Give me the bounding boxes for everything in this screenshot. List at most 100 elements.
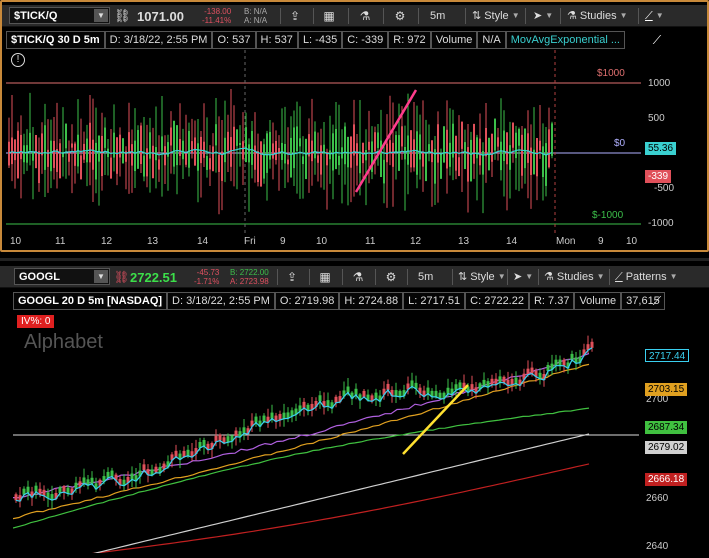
candle-body xyxy=(218,154,220,172)
candle-body xyxy=(554,359,558,366)
link-icon[interactable]: ⛓ xyxy=(114,8,131,24)
tick-level-top: $1000 xyxy=(597,68,625,79)
candle-body xyxy=(356,143,358,166)
share-icon[interactable]: ⇪ xyxy=(283,269,301,285)
cursor-icon: ➤ xyxy=(513,271,523,283)
candle-body xyxy=(449,142,451,167)
googl-y-label: 2640 xyxy=(646,541,669,552)
calendar-icon[interactable]: ▦ xyxy=(320,8,338,24)
candle-body xyxy=(326,400,330,407)
candle-body xyxy=(422,152,424,167)
candle-body xyxy=(425,152,427,182)
candle-body xyxy=(479,138,481,166)
candle-body xyxy=(446,387,450,394)
candle-body xyxy=(179,139,181,156)
tick-symbol-selector[interactable]: $TICK/Q ▼ xyxy=(9,7,110,24)
tick-chart-plot[interactable] xyxy=(6,50,641,234)
candle-body xyxy=(491,133,493,162)
flask-icon[interactable]: ⚗ xyxy=(356,8,374,24)
calendar-icon[interactable]: ▦ xyxy=(316,269,334,285)
candle-body xyxy=(299,138,301,147)
chevron-down-icon[interactable]: ▼ xyxy=(94,270,108,283)
ma-cyan-line xyxy=(15,347,593,502)
divider xyxy=(465,8,466,24)
googl-studies-button[interactable]: ⚗ Studies ▼ xyxy=(544,269,605,285)
candle-body xyxy=(395,135,397,153)
candle-body xyxy=(82,477,86,484)
drawings-button[interactable]: ⟋ ▼ xyxy=(645,8,664,24)
candle-body xyxy=(236,129,238,146)
candle-body xyxy=(119,134,121,158)
candle-body xyxy=(503,130,505,162)
chevron-down-icon: ▼ xyxy=(525,272,534,281)
candle-body xyxy=(191,141,193,154)
googl-patterns-button[interactable]: ⟋ Patterns ▼ xyxy=(615,269,678,285)
candle-body xyxy=(245,127,247,163)
chevron-down-icon[interactable]: ▼ xyxy=(94,9,108,22)
googl-change-percent: -1.71% xyxy=(194,277,220,286)
candle-body xyxy=(446,129,448,169)
candle-body xyxy=(346,386,350,393)
gear-icon[interactable]: ⚙ xyxy=(391,8,409,24)
candle-body xyxy=(29,132,31,151)
divider xyxy=(538,269,539,285)
googl-y-label: 2660 xyxy=(646,493,669,504)
share-icon[interactable]: ⇪ xyxy=(286,8,304,24)
tick-info-date: D: 3/18/22, 2:55 PM xyxy=(104,31,213,49)
cursor-button[interactable]: ➤ ▼ xyxy=(533,8,553,24)
flask-icon[interactable]: ⚗ xyxy=(349,269,367,285)
candle-body xyxy=(458,382,462,389)
chevron-down-icon: ▼ xyxy=(619,11,628,20)
drawing-mode-icon[interactable]: ⟋ xyxy=(648,293,666,309)
candle-body xyxy=(272,143,274,159)
tick-info-high: H: 537 xyxy=(255,31,298,49)
candle-body xyxy=(140,125,142,165)
candle-body xyxy=(416,131,418,175)
candle-body xyxy=(539,140,541,151)
candle-body xyxy=(143,155,145,177)
chevron-down-icon: ▼ xyxy=(511,11,520,20)
divider xyxy=(507,269,508,285)
candle-body xyxy=(164,146,166,166)
tick-y-label: 500 xyxy=(648,113,665,124)
bars-icon: ⇅ xyxy=(472,10,482,22)
cursor-button[interactable]: ➤ ▼ xyxy=(513,269,533,285)
googl-patterns-label: Patterns xyxy=(625,271,667,283)
x-label: Fri xyxy=(244,236,256,247)
candle-body xyxy=(497,137,499,147)
candle-body xyxy=(110,157,112,179)
candle-body xyxy=(58,487,62,494)
googl-symbol-selector[interactable]: GOOGL ▼ xyxy=(14,268,110,285)
candle-body xyxy=(443,126,445,163)
googl-ask: A: 2723.98 xyxy=(230,277,269,286)
candle-body xyxy=(570,353,574,360)
tick-symbol: $TICK/Q xyxy=(14,9,58,22)
candle-body xyxy=(398,390,402,397)
candle-body xyxy=(71,143,73,148)
candle-body xyxy=(154,466,158,473)
tick-chart-panel: $TICK/Q ▼ ⛓ 1071.00 -138.00 -11.41% B: N… xyxy=(0,0,709,252)
link-icon[interactable]: ⛓ xyxy=(114,269,129,285)
gear-icon[interactable]: ⚙ xyxy=(382,269,400,285)
tick-timeframe-button[interactable]: 5m xyxy=(430,8,445,24)
x-label: 10 xyxy=(316,236,328,247)
candle-body xyxy=(239,143,241,146)
candle-body xyxy=(203,141,205,158)
candle-body xyxy=(368,141,370,150)
x-label: 13 xyxy=(458,236,470,247)
googl-style-button[interactable]: ⇅ Style ▼ xyxy=(458,269,506,285)
googl-tag-green: 2687.34 xyxy=(645,421,688,434)
candle-body xyxy=(95,142,97,180)
candle-body xyxy=(266,133,268,173)
candle-body xyxy=(53,140,55,168)
tick-y-label: -500 xyxy=(654,183,675,194)
tick-studies-button[interactable]: ⚗ Studies ▼ xyxy=(567,8,628,24)
tick-info-open: O: 537 xyxy=(212,31,256,49)
candle-body xyxy=(38,151,40,184)
candle-body xyxy=(419,134,421,160)
googl-chart-plot[interactable] xyxy=(13,313,639,553)
tick-style-button[interactable]: ⇅ Style ▼ xyxy=(472,8,520,24)
googl-timeframe-button[interactable]: 5m xyxy=(418,269,433,285)
candle-body xyxy=(502,376,506,383)
drawing-mode-icon[interactable]: ⟋ xyxy=(648,32,666,48)
